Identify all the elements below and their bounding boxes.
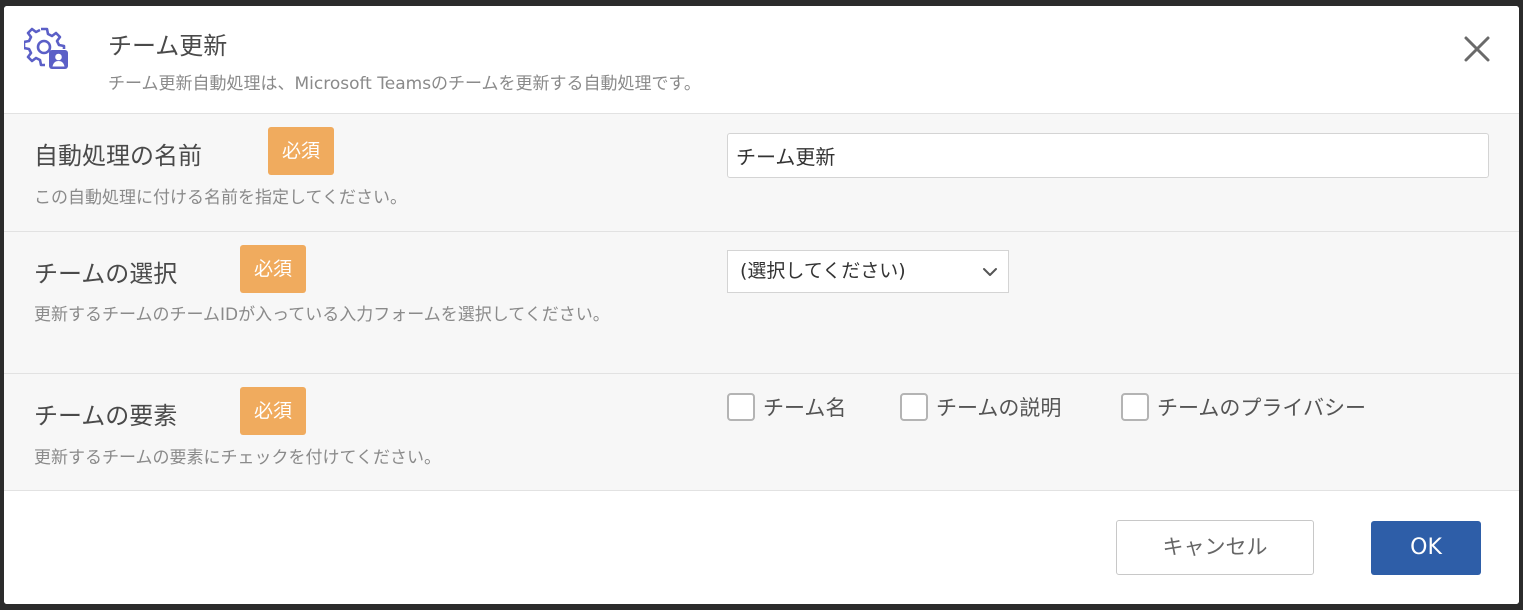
- required-badge: 必須: [240, 387, 306, 435]
- team-field-help: 更新するチームのチームIDが入っている入力フォームを選択してください。: [34, 305, 610, 325]
- name-field-label: 自動処理の名前: [34, 142, 202, 170]
- checkbox-team-privacy[interactable]: チームのプライバシー: [1121, 392, 1366, 422]
- team-settings-icon: [24, 27, 68, 69]
- cancel-button[interactable]: キャンセル: [1116, 520, 1314, 575]
- checkbox-label: チームの説明: [936, 396, 1062, 420]
- automation-name-input[interactable]: [727, 133, 1489, 178]
- checkbox[interactable]: [727, 393, 755, 421]
- field-row-elements: チームの要素 必須 更新するチームの要素にチェックを付けてください。 チーム名 …: [4, 374, 1519, 491]
- checkbox[interactable]: [1121, 393, 1149, 421]
- field-row-team: チームの選択 必須 更新するチームのチームIDが入っている入力フォームを選択して…: [4, 232, 1519, 374]
- required-badge: 必須: [240, 245, 306, 293]
- dialog-header: チーム更新 チーム更新自動処理は、Microsoft Teamsのチームを更新す…: [4, 6, 1519, 114]
- name-field-help: この自動処理に付ける名前を指定してください。: [34, 188, 407, 208]
- team-field-label: チームの選択: [34, 260, 178, 288]
- checkbox-label: チーム名: [763, 396, 847, 420]
- update-team-dialog: チーム更新 チーム更新自動処理は、Microsoft Teamsのチームを更新す…: [4, 6, 1519, 604]
- ok-button[interactable]: OK: [1371, 521, 1481, 575]
- chevron-down-icon: [983, 268, 997, 276]
- team-select-value: (選択してください): [740, 260, 906, 282]
- checkbox-team-name[interactable]: チーム名: [727, 392, 846, 422]
- dialog-description: チーム更新自動処理は、Microsoft Teamsのチームを更新する自動処理で…: [108, 74, 701, 94]
- elements-field-help: 更新するチームの要素にチェックを付けてください。: [34, 448, 441, 468]
- field-row-name: 自動処理の名前 必須 この自動処理に付ける名前を指定してください。: [4, 114, 1519, 232]
- team-form-select[interactable]: (選択してください): [727, 250, 1009, 293]
- checkbox[interactable]: [900, 393, 928, 421]
- dialog-title: チーム更新: [108, 32, 228, 60]
- close-icon[interactable]: [1458, 30, 1496, 68]
- checkbox-team-description[interactable]: チームの説明: [900, 392, 1061, 422]
- dialog-footer: キャンセル OK: [4, 491, 1519, 604]
- required-badge: 必須: [268, 127, 334, 175]
- elements-field-label: チームの要素: [34, 402, 178, 430]
- checkbox-label: チームのプライバシー: [1157, 396, 1366, 420]
